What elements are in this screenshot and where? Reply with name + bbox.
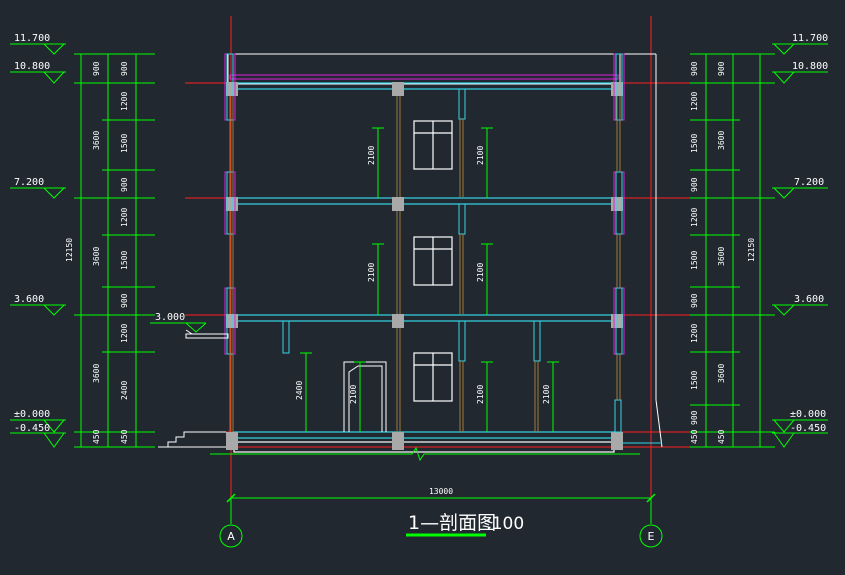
dim-label: 3600 [717, 131, 726, 150]
level-label: ±0.000 [14, 409, 50, 420]
dim-label: 1200 [690, 92, 699, 111]
dim-label: 900 [92, 61, 101, 76]
dim-label: 450 [717, 429, 726, 444]
dim-label: 12150 [65, 238, 74, 262]
section-drawing: 2100 2100 2100 2100 2400 2100 2100 2100 … [0, 0, 845, 575]
dim-label: 450 [120, 429, 129, 444]
level-label: 3.600 [794, 294, 824, 305]
dim-label: 1200 [120, 208, 129, 227]
dim-label: 900 [690, 177, 699, 192]
level-label: ±0.000 [790, 409, 826, 420]
dim-label: 2400 [295, 381, 304, 400]
dim-label: 900 [717, 61, 726, 76]
dim-label: 1200 [690, 324, 699, 343]
dim-label: 1500 [120, 251, 129, 270]
dim-label: 2100 [367, 263, 376, 282]
dim-label: 3600 [717, 364, 726, 383]
dim-label: 1500 [120, 134, 129, 153]
dim-label: 3600 [92, 364, 101, 383]
dim-label: 2100 [367, 146, 376, 165]
level-label: 3.600 [14, 294, 44, 305]
dim-label: 2100 [476, 146, 485, 165]
dim-label: 2100 [476, 263, 485, 282]
level-label: 7.200 [794, 177, 824, 188]
dim-label: 1500 [690, 251, 699, 270]
level-label: -0.450 [14, 423, 50, 434]
dim-label: 12150 [747, 238, 756, 262]
dim-label: 13000 [429, 487, 453, 496]
level-label: 10.800 [792, 61, 828, 72]
dim-label: 3600 [92, 247, 101, 266]
level-label: 11.700 [14, 33, 50, 44]
dim-label: 1500 [690, 371, 699, 390]
dim-label: 900 [120, 177, 129, 192]
level-label: 10.800 [14, 61, 50, 72]
dim-label: 450 [92, 429, 101, 444]
dim-label: 3600 [92, 131, 101, 150]
level-label: 11.700 [792, 33, 828, 44]
dim-label: 1500 [690, 134, 699, 153]
dim-label: 2400 [120, 381, 129, 400]
dim-label: 900 [690, 410, 699, 425]
level-label: 3.000 [155, 312, 185, 323]
scale-text: :100 [486, 514, 524, 534]
dim-label: 450 [690, 429, 699, 444]
dim-label: 1200 [120, 92, 129, 111]
level-label: -0.450 [790, 423, 826, 434]
dim-label: 3600 [717, 247, 726, 266]
level-label: 7.200 [14, 177, 44, 188]
title-text: 1—剖面图 [408, 512, 496, 534]
dim-label: 1200 [120, 324, 129, 343]
dim-label: 2100 [542, 385, 551, 404]
dim-label: 2100 [349, 385, 358, 404]
dim-label: 900 [120, 293, 129, 308]
axis-label-a: A [227, 530, 235, 543]
drawing-title: 1—剖面图 :100 [406, 512, 524, 537]
axis-label-e: E [648, 530, 655, 543]
dim-label: 1200 [690, 208, 699, 227]
dim-label: 2100 [476, 385, 485, 404]
dim-label: 900 [690, 293, 699, 308]
dim-label: 900 [120, 61, 129, 76]
dim-label: 900 [690, 61, 699, 76]
